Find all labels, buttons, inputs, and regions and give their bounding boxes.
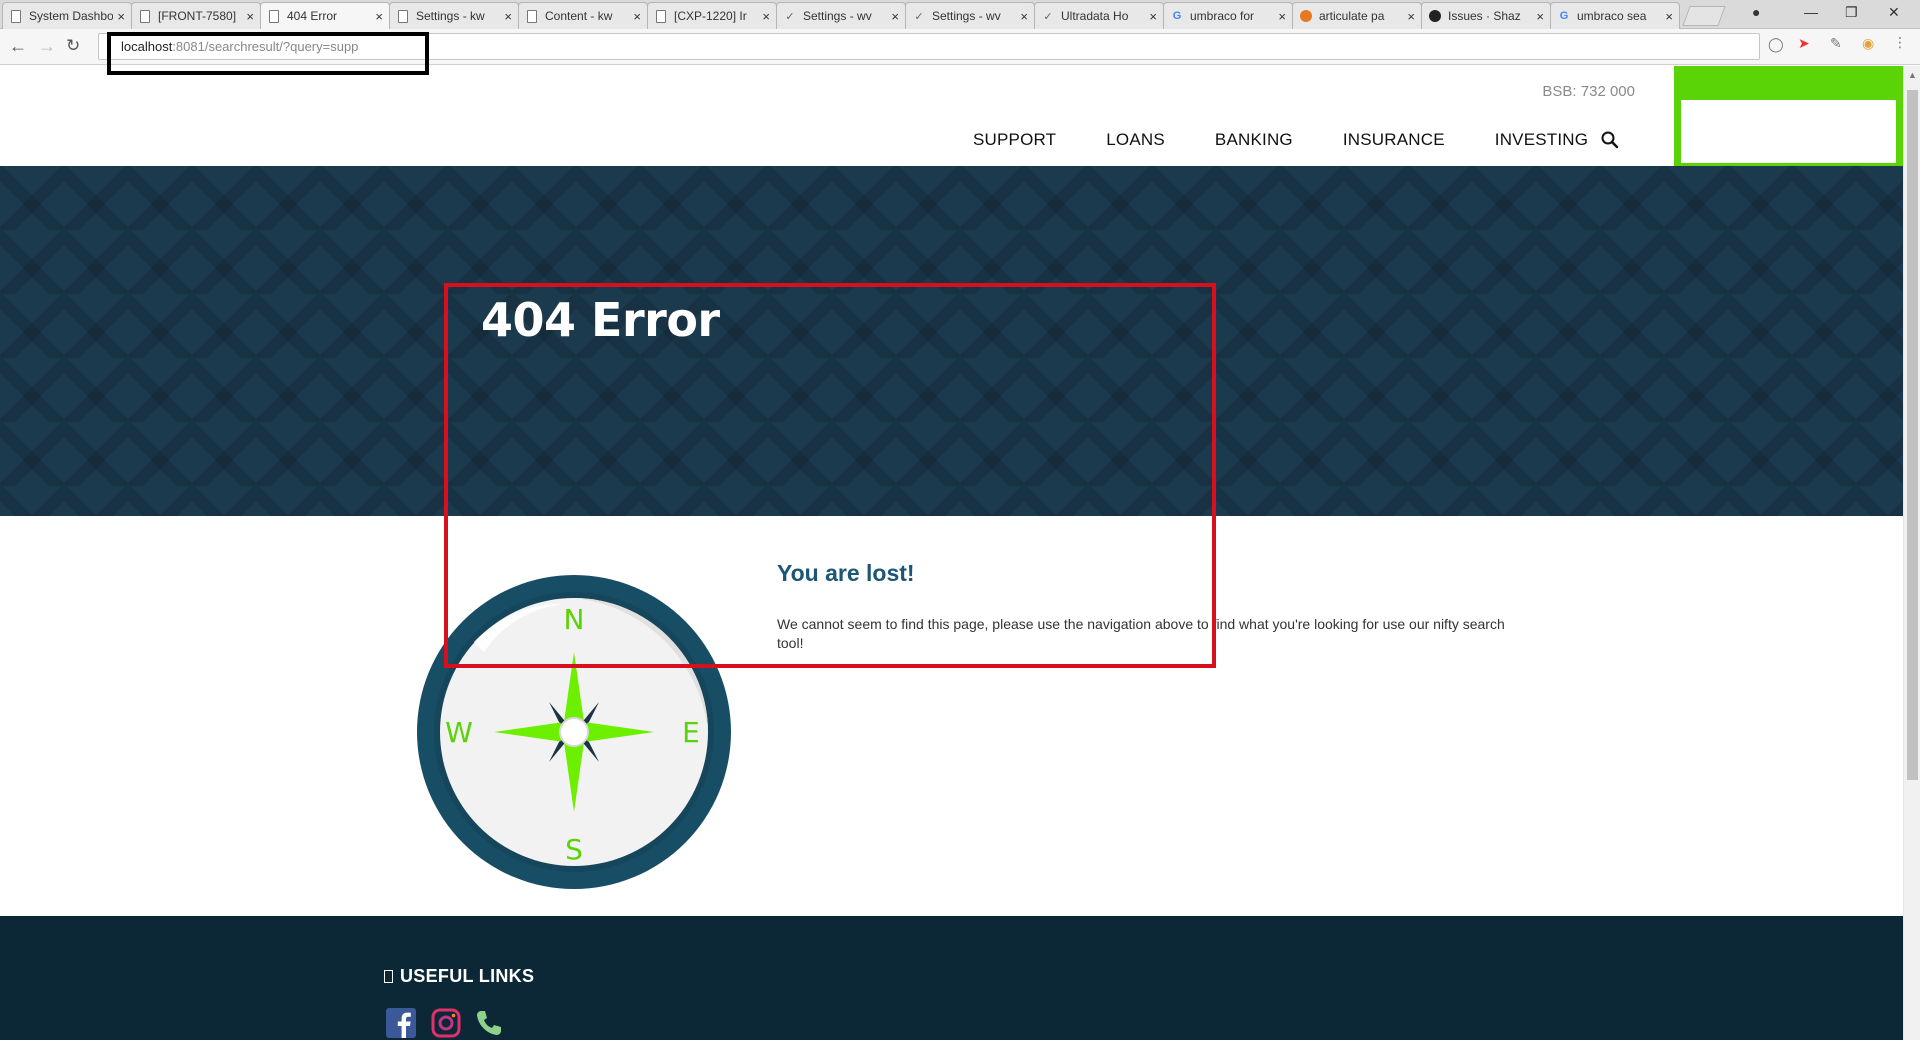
nav-banking[interactable]: BANKING [1215, 130, 1293, 150]
browser-tab[interactable]: ✓ Ultradata Ho × [1034, 2, 1164, 29]
doc-icon [396, 9, 410, 23]
doc-icon [654, 9, 668, 23]
menu-icon[interactable]: ⋮ [1893, 34, 1907, 51]
phone-icon[interactable] [474, 1008, 504, 1038]
nav-investing[interactable]: INVESTING [1495, 130, 1588, 150]
doc-icon [138, 9, 152, 23]
extension-icon-1[interactable]: ◯ [1768, 36, 1784, 53]
minimize-icon[interactable]: — [1804, 4, 1818, 20]
useful-links-icon [384, 970, 393, 983]
compass-west-label: W [445, 716, 473, 749]
browser-tab[interactable]: Settings - kw × [389, 2, 519, 29]
tab-close-icon[interactable]: × [762, 9, 770, 24]
tab-title: [FRONT-7580] [158, 9, 237, 23]
browser-tab[interactable]: ✓ Settings - wv × [776, 2, 906, 29]
reload-icon[interactable]: ↻ [66, 36, 80, 56]
back-icon[interactable]: ← [9, 36, 27, 56]
profile-icon[interactable]: ● [1752, 4, 1760, 20]
doc-icon [525, 9, 539, 23]
tab-title: 404 Error [287, 9, 338, 23]
tab-title: umbraco sea [1577, 9, 1647, 23]
tab-close-icon[interactable]: × [1278, 9, 1286, 24]
tab-strip: System Dashboard×[FRONT-7580]×404 Error×… [0, 0, 1920, 29]
browser-tab[interactable]: Gumbraco for × [1163, 2, 1293, 29]
tab-title: [CXP-1220] Ir [674, 9, 747, 23]
tab-close-icon[interactable]: × [1020, 9, 1028, 24]
github-icon [1428, 9, 1442, 23]
doc-icon [9, 9, 23, 23]
google-icon: G [1559, 10, 1569, 22]
compass-east-label: E [682, 716, 700, 749]
tab-title: Settings - kw [416, 9, 485, 23]
browser-tab[interactable]: Issues · Shaz × [1421, 2, 1551, 29]
site-header: BSB: 732 000 SUPPORT LOANS BANKING INSUR… [0, 66, 1903, 166]
restore-icon[interactable]: ❐ [1845, 4, 1858, 21]
eyedropper-icon[interactable]: ✎ [1830, 35, 1842, 52]
tab-close-icon[interactable]: × [504, 9, 512, 24]
cookie-icon[interactable]: ◉ [1862, 35, 1874, 52]
browser-tab[interactable]: Gumbraco sea × [1550, 2, 1680, 29]
browser-tab[interactable]: 404 Error × [260, 2, 390, 29]
check-icon: ✓ [1043, 10, 1053, 23]
check-icon: ✓ [914, 10, 924, 23]
articulate-icon [1299, 9, 1313, 23]
tab-close-icon[interactable]: × [633, 9, 641, 24]
instagram-icon[interactable] [431, 1008, 461, 1038]
tab-close-icon[interactable]: × [1149, 9, 1157, 24]
tab-title: System Dashboard [29, 9, 114, 23]
tab-title: Settings - wv [932, 9, 1001, 23]
tab-close-icon[interactable]: × [891, 9, 899, 24]
tab-title: Issues · Shaz [1448, 9, 1521, 23]
browser-tab[interactable]: articulate pa × [1292, 2, 1422, 29]
tab-close-icon[interactable]: × [1665, 9, 1673, 24]
tab-title: umbraco for [1190, 9, 1255, 23]
browser-tab[interactable]: [FRONT-7580] × [131, 2, 261, 29]
browser-tab[interactable]: Content - kw × [518, 2, 648, 29]
window-close-icon[interactable]: ✕ [1888, 4, 1900, 21]
compass-south-label: S [565, 833, 583, 866]
tab-title: Content - kw [545, 9, 613, 23]
browser-tab[interactable]: [CXP-1220] Ir × [647, 2, 777, 29]
doc-icon [267, 9, 281, 23]
page-scrollbar[interactable]: ▲ [1903, 66, 1920, 1040]
forward-icon[interactable]: → [38, 36, 56, 56]
check-icon: ✓ [785, 10, 795, 23]
useful-links-label: USEFUL LINKS [400, 966, 535, 986]
tab-title: articulate pa [1319, 9, 1385, 23]
search-icon[interactable] [1600, 130, 1620, 150]
scroll-up-icon[interactable]: ▲ [1908, 70, 1917, 80]
tab-close-icon[interactable]: × [1536, 9, 1544, 24]
tab-close-icon[interactable]: × [246, 9, 254, 24]
site-footer: USEFUL LINKS [0, 916, 1903, 1040]
url-highlight-annotation [107, 32, 429, 75]
scrollbar-thumb[interactable] [1907, 90, 1918, 780]
error-highlight-annotation [444, 283, 1216, 668]
tab-close-icon[interactable]: × [1407, 9, 1415, 24]
tab-close-icon[interactable]: × [375, 9, 383, 24]
nav-insurance[interactable]: INSURANCE [1343, 130, 1445, 150]
google-icon: G [1172, 10, 1182, 22]
tab-title: Ultradata Ho [1061, 9, 1129, 23]
tab-close-icon[interactable]: × [117, 9, 125, 24]
useful-links-heading[interactable]: USEFUL LINKS [384, 966, 534, 987]
extension-icon-2[interactable]: ➤ [1798, 35, 1810, 52]
login-box [1674, 66, 1903, 166]
facebook-icon[interactable] [386, 1008, 416, 1038]
browser-tab[interactable]: System Dashboard× [2, 2, 132, 29]
nav-loans[interactable]: LOANS [1106, 130, 1165, 150]
tab-title: Settings - wv [803, 9, 872, 23]
nav-support[interactable]: SUPPORT [973, 130, 1056, 150]
new-tab-button[interactable] [1682, 6, 1726, 26]
bsb-number: BSB: 732 000 [1542, 83, 1635, 100]
main-nav: SUPPORT LOANS BANKING INSURANCE INVESTIN… [973, 130, 1638, 150]
login-box-inner[interactable] [1681, 100, 1896, 163]
browser-tab[interactable]: ✓ Settings - wv × [905, 2, 1035, 29]
